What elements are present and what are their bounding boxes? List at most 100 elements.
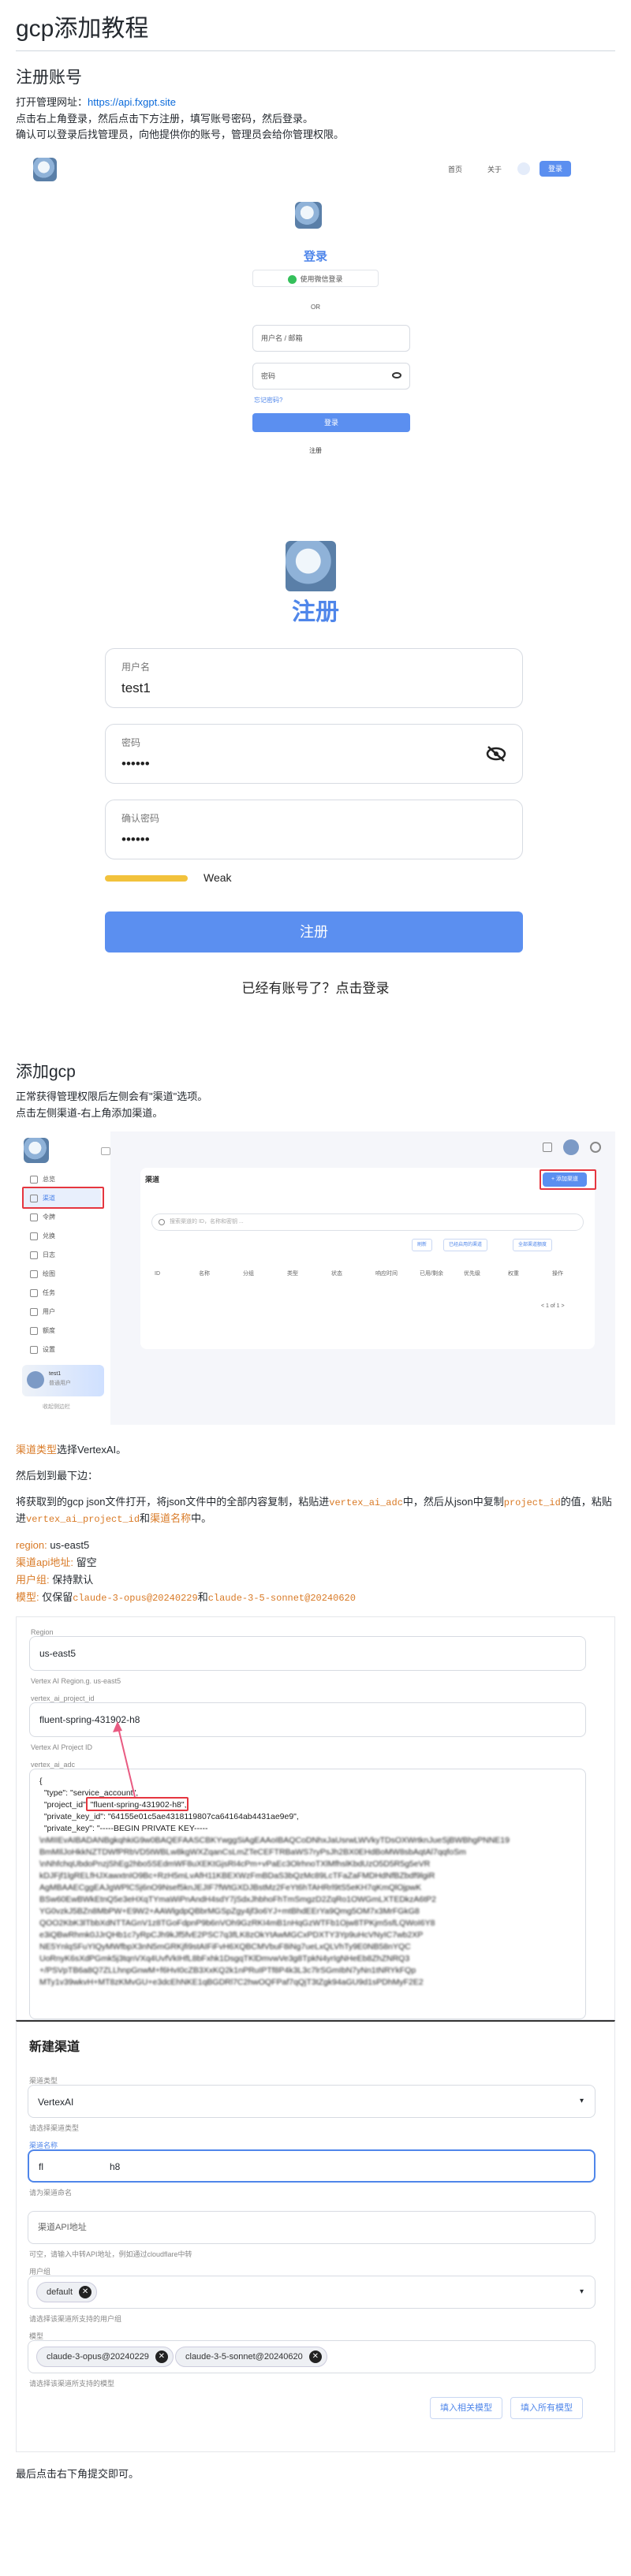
json-line: AgMBAAECggEAJgWPlCSj6nO9Nsef5knJEJIF7fWt… [39, 1882, 422, 1892]
kv-group-value: 保持默认 [49, 1574, 94, 1586]
users-icon [30, 1308, 38, 1317]
model-chip-opus[interactable]: claude-3-opus@20240229 ✕ [36, 2346, 174, 2367]
app-logo [24, 1138, 49, 1164]
overview-icon [30, 1176, 38, 1184]
sidebar-item-settings[interactable]: 设置 [22, 1340, 101, 1360]
json-text-2: 中，然后从json中复制 [402, 1495, 504, 1508]
nav-home[interactable]: 首页 [448, 164, 462, 175]
nav-about[interactable]: 关于 [487, 164, 502, 175]
remove-chip-icon[interactable]: ✕ [155, 2350, 168, 2363]
quota-icon [30, 1327, 38, 1336]
wechat-login-button[interactable]: 使用微信登录 [252, 270, 379, 288]
sidebar-item-tasks[interactable]: 任务 [22, 1283, 101, 1303]
sidebar-item-label: 令牌 [43, 1213, 55, 1221]
reg-password-label: 密码 [121, 737, 141, 749]
site-logo [33, 158, 57, 182]
group-select[interactable]: default ✕ ▾ [28, 2275, 596, 2309]
refresh-button[interactable]: 刷新 [412, 1239, 433, 1252]
remove-chip-icon[interactable]: ✕ [308, 2350, 322, 2363]
sidebar-item-redeem[interactable]: 兑换 [22, 1226, 101, 1247]
theme-toggle-icon[interactable] [517, 162, 530, 176]
reg-password-input[interactable]: 密码 •••••• [105, 724, 523, 785]
new-channel-title: 新建渠道 [29, 2040, 80, 2054]
column-header: ID [155, 1271, 160, 1277]
nav-login-button[interactable]: 登录 [540, 161, 571, 177]
user-card[interactable]: test1 普通用户 [22, 1365, 104, 1397]
model-chip-sonnet[interactable]: claude-3-5-sonnet@20240620 ✕ [175, 2346, 327, 2367]
group-chip-default[interactable]: default ✕ [36, 2281, 98, 2302]
sidebar-item-label: 兑换 [43, 1232, 55, 1240]
eye-off-icon[interactable] [392, 372, 401, 379]
avatar [27, 1371, 44, 1389]
fullscreen-icon[interactable] [543, 1143, 552, 1153]
region-input[interactable]: us-east5 [29, 1635, 586, 1671]
sidebar-item-drawing[interactable]: 绘图 [22, 1264, 101, 1284]
kv-region-value: us-east5 [47, 1539, 90, 1552]
channel-search-input[interactable]: 搜索渠道的 ID，名称和密钥 ... [151, 1213, 584, 1232]
pagination[interactable]: < 1 of 1 > [541, 1302, 565, 1310]
json-line: MTy1v39wkvH+MT8zKMvGU+e3dcEhNKE1qBGDRl7C… [39, 1977, 424, 1987]
column-header: 名称 [199, 1271, 210, 1277]
channel-name-value: fl h8 [39, 2160, 121, 2172]
kv-model: 模型: 仅保留claude-3-opus@20240229和claude-3-5… [16, 1589, 615, 1606]
json-line: YG0vzkJ5BZn8MbPW+E9W2+AAWlgdpQBbrMGSpZgy… [39, 1906, 420, 1916]
intro-prefix: 打开管理网址： [16, 95, 88, 108]
json-text-5: 中。 [191, 1512, 212, 1524]
reg-confirm-input[interactable]: 确认密码 •••••• [105, 800, 523, 860]
password-strength-label: Weak [203, 871, 232, 885]
gcp-line-2: 点击左侧渠道-右上角添加渠道。 [16, 1107, 163, 1120]
reg-password-value: •••••• [121, 756, 150, 772]
collapse-menu-icon[interactable] [101, 1147, 110, 1156]
column-header: 优先级 [464, 1271, 480, 1277]
fill-related-models-button[interactable]: 填入相关模型 [430, 2396, 502, 2419]
json-line: e3iQBwRhmk0JJrQHb1c7yRpCJh9kJf5fvE2PSC7q… [39, 1929, 424, 1940]
highlight-add-channel [540, 1169, 596, 1191]
api-hint: 可空，请输入中转API地址，例如通过cloudflare中转 [29, 2250, 192, 2258]
reg-username-input[interactable]: 用户名 test1 [105, 648, 523, 709]
kv-model-sonnet: claude-3-5-sonnet@20240620 [207, 1593, 356, 1605]
register-link[interactable]: 注册 [16, 446, 615, 457]
column-header: 已用/剩余 [420, 1271, 443, 1277]
sidebar-item-users[interactable]: 用户 [22, 1302, 101, 1322]
admin-url-link[interactable]: https://api.fxgpt.site [88, 96, 176, 108]
login-screenshot: 首页 关于 登录 登录 使用微信登录 OR 用户名 / 邮箱 密码 忘记密码? … [16, 155, 615, 502]
settings-icon[interactable] [590, 1142, 601, 1154]
sidebar-item-label: 任务 [43, 1289, 55, 1297]
login-title: 登录 [303, 250, 327, 264]
header-avatar[interactable] [563, 1139, 579, 1156]
channels-screenshot: 总览 渠道 令牌 兑换 日志 绘图 任务 用户 额度 设置 test1 普通用户 收起侧边栏 渠道… [16, 1131, 615, 1426]
enabled-channels-button[interactable]: 已经启用的渠道 [443, 1239, 488, 1252]
login-submit-button[interactable]: 登录 [252, 413, 410, 433]
channel-quota-button[interactable]: 全部渠道额度 [513, 1239, 553, 1252]
type-prefix: 渠道类型 [16, 1444, 58, 1456]
user-name: test1 [49, 1371, 62, 1377]
or-divider: OR [311, 304, 320, 311]
model-select[interactable]: claude-3-opus@20240229 ✕ claude-3-5-sonne… [28, 2339, 596, 2373]
kv-api-key: 渠道api地址: [16, 1556, 73, 1569]
remove-chip-icon[interactable]: ✕ [79, 2285, 92, 2298]
collapse-sidebar-button[interactable]: 收起侧边栏 [43, 1403, 70, 1411]
sidebar-item-tokens[interactable]: 令牌 [22, 1207, 101, 1228]
json-line: BmMIlJoHkkNZTDWfPRbVD5tWBLw8kgWXZqanCsLm… [39, 1847, 466, 1857]
channel-name-input[interactable]: fl h8 [28, 2149, 596, 2183]
new-channel-screenshot: 新建渠道 渠道类型 VertexAI ▾ 请选择渠道类型 渠道名称 fl h8 … [16, 2019, 615, 2452]
channel-type-select[interactable]: VertexAI ▾ [28, 2084, 596, 2118]
eye-off-icon[interactable] [486, 745, 506, 762]
column-header: 类型 [287, 1271, 298, 1277]
username-input[interactable]: 用户名 / 邮箱 [252, 325, 410, 352]
highlight-project-id-line [86, 1796, 189, 1811]
have-account-link[interactable]: 已经有账号了？点击登录 [16, 978, 615, 999]
sidebar-item-quota[interactable]: 额度 [22, 1321, 101, 1341]
api-url-input[interactable]: 渠道API地址 [28, 2210, 596, 2244]
fill-all-models-button[interactable]: 填入所有模型 [510, 2396, 583, 2419]
type-hint: 请选择渠道类型 [29, 2123, 80, 2132]
forgot-password-link[interactable]: 忘记密码? [254, 396, 282, 406]
json-text-channel-name: 渠道名称 [150, 1512, 192, 1524]
drawing-icon [30, 1270, 38, 1279]
password-input[interactable]: 密码 [252, 363, 410, 390]
type-line: 渠道类型选择VertexAI。 [16, 1442, 615, 1459]
sidebar-item-label: 总览 [43, 1176, 55, 1184]
register-submit-button[interactable]: 注册 [105, 911, 523, 953]
json-line: \nNhfchqUbdoPnzjShEg2hbo5SEdmWF8uXEKtGjs… [39, 1858, 431, 1869]
sidebar-item-logs[interactable]: 日志 [22, 1245, 101, 1266]
